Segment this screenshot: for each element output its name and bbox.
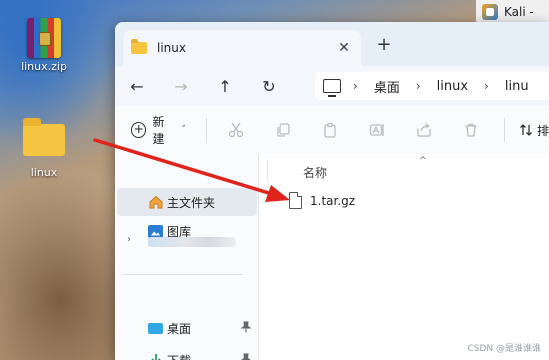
red-arrow-annotation <box>93 138 290 202</box>
csdn-watermark: CSDN @是谁谁谁 <box>467 344 541 354</box>
